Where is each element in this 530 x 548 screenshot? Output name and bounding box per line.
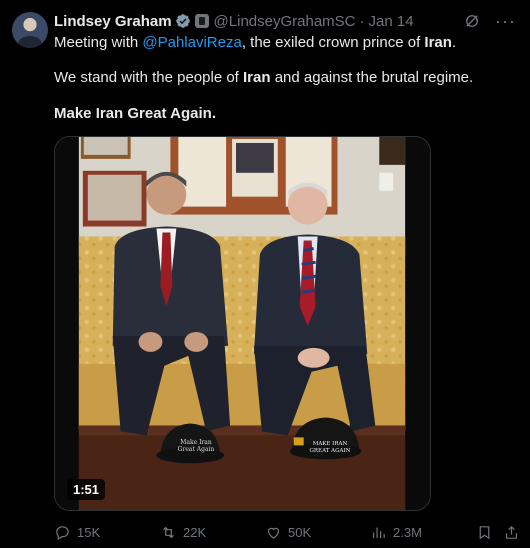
government-badge-icon (194, 14, 209, 28)
reply-count: 15K (77, 525, 101, 540)
video-duration-badge: 1:51 (67, 479, 106, 500)
post-text-line-1: Meeting with @PahlaviReza, the exiled cr… (54, 33, 456, 53)
like-button[interactable]: 50K (265, 524, 311, 541)
author-name[interactable]: Lindsey Graham (54, 13, 172, 30)
post-text-line-2: We stand with the people of Iran and aga… (54, 68, 473, 88)
share-button[interactable] (503, 524, 520, 541)
repost-count: 22K (183, 525, 207, 540)
repost-button[interactable]: 22K (160, 524, 206, 541)
bookmark-icon (479, 526, 490, 540)
post-text: and against the brutal regime. (270, 69, 474, 86)
like-count: 50K (288, 525, 312, 540)
repost-icon (163, 526, 174, 539)
post-date[interactable]: Jan 14 (369, 13, 414, 30)
video-player[interactable]: Make Iran Great Again MAKE IRAN GREAT AG… (54, 136, 431, 511)
post-text: , the exiled crown prince of (241, 34, 425, 51)
post-text: . (451, 34, 457, 51)
post-text: We stand with the people of (54, 69, 244, 86)
heart-icon (267, 527, 280, 539)
views-bar-chart-icon (372, 527, 385, 539)
post-bold-text: Iran (424, 34, 452, 51)
post-action-bar: 15K 22K 50K 2.3M (54, 524, 520, 542)
header-separator: · (359, 12, 365, 30)
post-top-actions: ··· (463, 12, 516, 30)
post-text: Meeting with (54, 34, 143, 51)
bookmark-button[interactable] (476, 524, 493, 541)
verified-check-icon (175, 14, 190, 28)
views-count: 2.3M (393, 525, 422, 540)
reply-icon (56, 526, 69, 540)
more-dots-icon[interactable]: ··· (495, 12, 516, 30)
share-icon (505, 525, 518, 539)
author-handle[interactable]: @LindseyGrahamSC (214, 13, 356, 30)
right-hat-text: MAKE IRAN GREAT AGAIN (309, 441, 351, 454)
post-header: Lindsey Graham @LindseyGrahamSC · Jan 14 (54, 11, 414, 31)
post-bold-text: Make Iran Great Again. (54, 105, 216, 122)
views-button[interactable]: 2.3M (370, 524, 422, 541)
grok-icon[interactable] (463, 12, 481, 30)
post-text-line-3: Make Iran Great Again. (54, 104, 216, 124)
left-hat-text: Make Iran Great Again (177, 439, 215, 453)
video-thumbnail (55, 137, 430, 510)
reply-button[interactable]: 15K (54, 524, 100, 541)
mention-link[interactable]: @PahlaviReza (142, 34, 241, 51)
post-bold-text: Iran (243, 69, 271, 86)
author-avatar[interactable] (12, 12, 48, 48)
